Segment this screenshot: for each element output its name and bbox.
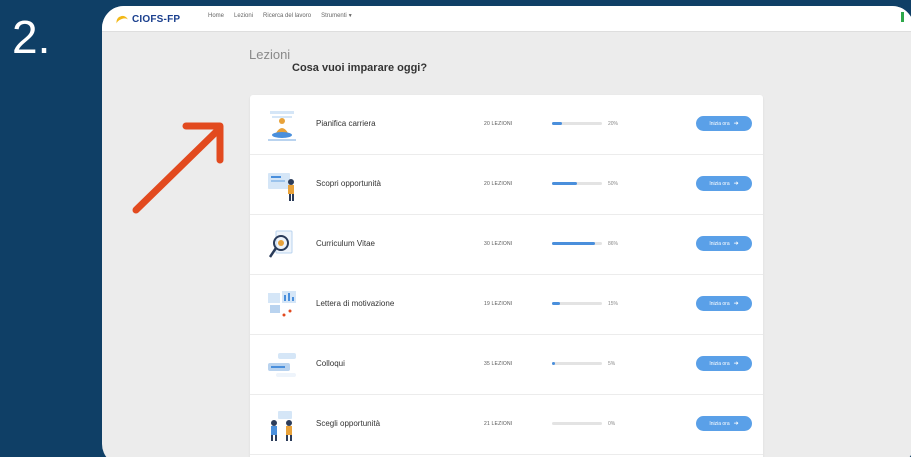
arrow-right-icon: ➜ bbox=[733, 181, 739, 187]
nav-link-home[interactable]: Home bbox=[208, 13, 224, 19]
start-button-label: Inizia ora bbox=[709, 180, 730, 187]
lesson-row: Scopri opportunità 20 LEZIONI 50% Inizia… bbox=[250, 155, 763, 215]
arrow-right-icon: ➜ bbox=[733, 361, 739, 367]
page-title: Cosa vuoi imparare oggi? bbox=[292, 62, 428, 74]
start-lesson-button[interactable]: Inizia ora ➜ bbox=[696, 356, 752, 371]
progress-fill bbox=[552, 122, 562, 125]
lesson-row: Scegli opportunità 21 LEZIONI 0% Inizia … bbox=[250, 395, 763, 455]
start-lesson-button[interactable]: Inizia ora ➜ bbox=[696, 236, 752, 251]
annotation-arrow-icon bbox=[132, 122, 224, 214]
lesson-title: Colloqui bbox=[316, 359, 345, 368]
top-navigation: CIOFS-FP Home Lezioni Ricerca del lavoro… bbox=[102, 6, 911, 32]
magnifier-document-icon bbox=[268, 230, 293, 258]
nav-links: Home Lezioni Ricerca del lavoro Strument… bbox=[208, 13, 353, 19]
nav-link-lezioni[interactable]: Lezioni bbox=[234, 13, 253, 19]
lesson-title: Scopri opportunità bbox=[316, 179, 381, 188]
chat-conversation-icon bbox=[268, 353, 296, 377]
step-number: 2. bbox=[12, 11, 51, 63]
start-button-label: Inizia ora bbox=[709, 300, 730, 307]
progress-fill bbox=[552, 242, 595, 245]
charts-board-icon bbox=[268, 291, 296, 317]
lesson-row: Pianifica carriera 20 LEZIONI 20% Inizia… bbox=[250, 95, 763, 155]
lesson-count: 20 LEZIONI bbox=[484, 181, 513, 187]
progress-percent: 5% bbox=[608, 361, 616, 367]
nav-link-ricerca[interactable]: Ricerca del lavoro bbox=[263, 13, 311, 19]
start-lesson-button[interactable]: Inizia ora ➜ bbox=[696, 176, 752, 191]
lesson-row: Lettera di motivazione 19 LEZIONI 15% In… bbox=[250, 275, 763, 335]
nav-link-strumenti-label: Strumenti bbox=[321, 13, 347, 19]
progress-percent: 20% bbox=[608, 121, 619, 127]
progress-percent: 86% bbox=[608, 241, 619, 247]
lesson-title: Pianifica carriera bbox=[316, 119, 376, 128]
lesson-count: 35 LEZIONI bbox=[484, 361, 513, 367]
progress-bar bbox=[552, 242, 602, 245]
nav-link-strumenti[interactable]: Strumenti▼ bbox=[321, 13, 353, 19]
start-button-label: Inizia ora bbox=[709, 120, 730, 127]
progress-bar bbox=[552, 182, 602, 185]
logo-text: CIOFS-FP bbox=[132, 13, 181, 25]
lesson-row: Colloqui 35 LEZIONI 5% Inizia ora ➜ bbox=[250, 335, 763, 395]
progress-fill bbox=[552, 182, 577, 185]
progress-percent: 50% bbox=[608, 181, 619, 187]
progress-bar bbox=[552, 302, 602, 305]
start-lesson-button[interactable]: Inizia ora ➜ bbox=[696, 416, 752, 431]
progress-fill bbox=[552, 362, 555, 365]
progress-percent: 0% bbox=[608, 421, 616, 427]
arrow-right-icon: ➜ bbox=[733, 421, 739, 427]
arrow-right-icon: ➜ bbox=[733, 241, 739, 247]
lesson-row: Curriculum Vitae 30 LEZIONI 86% Inizia o… bbox=[250, 215, 763, 275]
start-button-label: Inizia ora bbox=[709, 420, 730, 427]
person-at-board-icon bbox=[268, 173, 294, 201]
lessons-card: Pianifica carriera 20 LEZIONI 20% Inizia… bbox=[250, 95, 763, 457]
start-lesson-button[interactable]: Inizia ora ➜ bbox=[696, 296, 752, 311]
section-label: Lezioni bbox=[249, 47, 291, 62]
status-flag-icon bbox=[901, 12, 904, 22]
lesson-title: Lettera di motivazione bbox=[316, 299, 395, 308]
lesson-count: 20 LEZIONI bbox=[484, 121, 513, 127]
progress-bar bbox=[552, 362, 602, 365]
browser-screen: CIOFS-FP Home Lezioni Ricerca del lavoro… bbox=[102, 6, 911, 457]
lesson-title: Curriculum Vitae bbox=[316, 239, 375, 248]
start-button-label: Inizia ora bbox=[709, 240, 730, 247]
people-choosing-icon bbox=[271, 411, 292, 441]
start-button-label: Inizia ora bbox=[709, 360, 730, 367]
progress-bar bbox=[552, 422, 602, 425]
start-lesson-button[interactable]: Inizia ora ➜ bbox=[696, 116, 752, 131]
lesson-count: 30 LEZIONI bbox=[484, 241, 513, 247]
lesson-count: 21 LEZIONI bbox=[484, 421, 513, 427]
arrow-right-icon: ➜ bbox=[733, 301, 739, 307]
logo-swoosh-icon bbox=[116, 14, 130, 24]
logo[interactable]: CIOFS-FP bbox=[116, 11, 180, 27]
progress-bar bbox=[552, 122, 602, 125]
progress-percent: 15% bbox=[608, 301, 619, 307]
arrow-right-icon: ➜ bbox=[733, 121, 739, 127]
caret-down-icon: ▼ bbox=[347, 13, 353, 19]
progress-fill bbox=[552, 302, 560, 305]
lesson-count: 19 LEZIONI bbox=[484, 301, 513, 307]
meditation-person-icon bbox=[268, 111, 296, 141]
lesson-title: Scegli opportunità bbox=[316, 419, 381, 428]
